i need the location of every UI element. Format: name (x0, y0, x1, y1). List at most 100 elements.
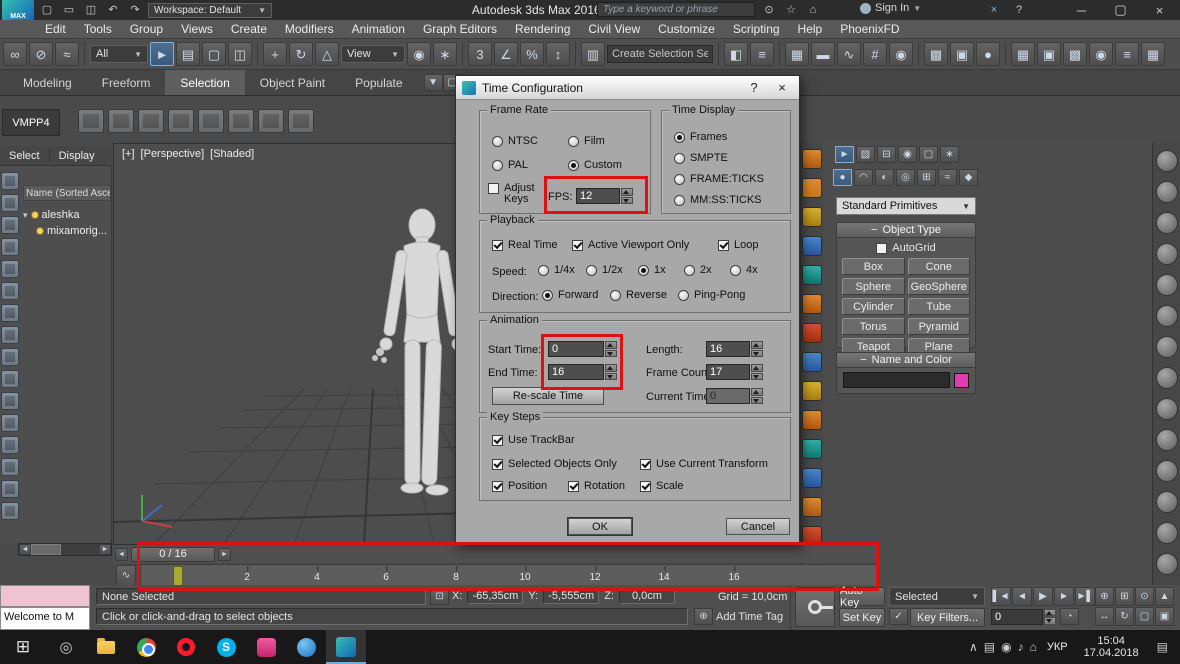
rollout-header-object-type[interactable]: − Object Type (837, 223, 975, 238)
scroll-right-icon[interactable]: ► (99, 544, 111, 555)
menu-customize[interactable]: Customize (649, 20, 724, 39)
left-toolbar-icon[interactable] (1, 326, 19, 344)
zoom-all-icon[interactable]: ⊞ (1115, 587, 1134, 606)
radio-ping-pong[interactable]: Ping-Pong (678, 289, 745, 301)
angle-snap-icon[interactable]: ∠ (494, 42, 518, 66)
left-toolbar-icon[interactable] (1, 502, 19, 520)
search-input[interactable] (597, 2, 755, 17)
new-file-icon[interactable]: ▢ (38, 2, 56, 18)
previous-frame-icon[interactable]: ◄ (1012, 587, 1032, 606)
time-slider-handle[interactable]: 0 / 16 (131, 547, 215, 562)
skype-button[interactable]: S (206, 630, 246, 664)
menu-edit[interactable]: Edit (36, 20, 75, 39)
set-keys-button[interactable] (795, 587, 835, 627)
phoenixfd-toolbar-icon[interactable] (802, 439, 822, 459)
home-icon[interactable]: ⌂ (804, 2, 822, 18)
radio-forward[interactable]: Forward (542, 289, 598, 301)
left-toolbar-icon[interactable] (1, 304, 19, 322)
field-of-view-icon[interactable]: ▲ (1155, 587, 1174, 606)
y-coordinate-field[interactable]: -5,555cm (543, 588, 599, 604)
phoenixfd-toolbar-icon[interactable] (802, 410, 822, 430)
end-time-field[interactable]: 16 (548, 364, 617, 380)
radio-pal[interactable]: PAL (492, 159, 528, 171)
tab-display-icon[interactable]: ▢ (919, 146, 938, 163)
3dsmax-taskbar-button[interactable] (326, 630, 366, 664)
use-trackbar-checkbox[interactable]: Use TrackBar (492, 434, 575, 446)
go-to-end-icon[interactable]: ►▌ (1075, 587, 1095, 606)
viewport-shading-menu[interactable]: [Shaded] (210, 148, 254, 160)
viewport-general-menu[interactable]: [+] (122, 148, 135, 160)
add-time-tag-label[interactable]: Add Time Tag (716, 611, 783, 623)
right-toolbar-icon[interactable] (1156, 181, 1178, 203)
radio-speed-2x[interactable]: 2x (684, 264, 712, 276)
spinner[interactable] (1044, 609, 1056, 625)
maxscript-macro-recorder[interactable] (0, 585, 90, 607)
z-coordinate-field[interactable]: 0,0cm (619, 588, 675, 604)
dialog-titlebar[interactable]: Time Configuration ? × (456, 76, 799, 100)
phoenixfd-toolbar-icon[interactable] (802, 468, 822, 488)
ribbon-toggle-icon[interactable]: ▬ (811, 42, 835, 66)
primitive-tube-button[interactable]: Tube (908, 298, 971, 315)
zoom-icon[interactable]: ⊕ (1095, 587, 1114, 606)
autogrid-checkbox[interactable]: AutoGrid (837, 239, 975, 257)
phoenixfd-toolbar-icon[interactable] (802, 207, 822, 227)
geometry-category-icon[interactable]: ● (833, 169, 852, 186)
spinner-snap-icon[interactable]: ↕ (546, 42, 570, 66)
tree-item-aleshka[interactable]: ▾ aleshka (23, 207, 111, 223)
align-icon[interactable]: ≡ (750, 42, 774, 66)
right-toolbar-icon[interactable] (1156, 398, 1178, 420)
tab-utilities-icon[interactable]: ∗ (940, 146, 959, 163)
spinner[interactable] (605, 341, 617, 357)
select-and-scale-icon[interactable]: △ (315, 42, 339, 66)
curve-editor-icon[interactable]: ∿ (837, 42, 861, 66)
right-toolbar-icon[interactable] (1156, 367, 1178, 389)
toolbar-icon[interactable] (108, 109, 134, 133)
pan-icon[interactable]: ↔ (1095, 607, 1114, 626)
phoenixfd-toolbar-icon[interactable] (802, 352, 822, 372)
select-and-move-icon[interactable]: + (263, 42, 287, 66)
phoenixfd-toolbar-icon[interactable] (802, 323, 822, 343)
app-button-blue[interactable] (286, 630, 326, 664)
radio-smpte[interactable]: SMPTE (674, 152, 728, 164)
right-toolbar-icon[interactable] (1156, 274, 1178, 296)
rectangular-selection-region-icon[interactable]: ▢ (202, 42, 226, 66)
right-toolbar-icon[interactable] (1156, 491, 1178, 513)
right-toolbar-icon[interactable] (1156, 305, 1178, 327)
selection-lock-icon[interactable]: ⊡ (430, 588, 449, 605)
toolbar-icon[interactable] (78, 109, 104, 133)
spinner[interactable] (605, 364, 617, 380)
open-file-icon[interactable]: ▭ (60, 2, 78, 18)
menu-create[interactable]: Create (222, 20, 276, 39)
primitive-geosphere-button[interactable]: GeoSphere (908, 278, 971, 295)
tray-icon[interactable]: ⌂ (1030, 640, 1037, 654)
key-filter-check-icon[interactable]: ✓ (889, 608, 908, 625)
menu-scripting[interactable]: Scripting (724, 20, 789, 39)
tab-display[interactable]: Display (50, 146, 104, 165)
add-time-tag-icon[interactable]: ⊕ (694, 608, 713, 625)
left-toolbar-icon[interactable] (1, 172, 19, 190)
radio-speed-4x[interactable]: 4x (730, 264, 758, 276)
left-toolbar-icon[interactable] (1, 436, 19, 454)
radio-ntsc[interactable]: NTSC (492, 135, 538, 147)
maxscript-listener[interactable]: Welcome to M (0, 607, 90, 630)
menu-views[interactable]: Views (172, 20, 222, 39)
menu-rendering[interactable]: Rendering (506, 20, 579, 39)
primitive-cone-button[interactable]: Cone (908, 258, 971, 275)
phoenixfd-toolbar-icon[interactable] (802, 236, 822, 256)
radio-film[interactable]: Film (568, 135, 605, 147)
time-forward-icon[interactable]: ► (218, 548, 231, 561)
named-selection-sets-icon[interactable]: ▥ (581, 42, 605, 66)
toolbar-icon[interactable]: ▦ (1141, 42, 1165, 66)
position-checkbox[interactable]: Position (492, 480, 547, 492)
auto-key-button[interactable]: Auto Key (839, 587, 885, 606)
time-configuration-button[interactable]: ◔ (1060, 608, 1079, 625)
tab-modify-icon[interactable]: ▧ (856, 146, 875, 163)
rollout-header-name-color[interactable]: − Name and Color (837, 353, 975, 368)
chrome-button[interactable] (126, 630, 166, 664)
tab-freeform[interactable]: Freeform (87, 70, 166, 95)
undo-icon[interactable]: ↶ (104, 2, 122, 18)
tab-selection[interactable]: Selection (165, 70, 244, 95)
shapes-category-icon[interactable]: ◠ (854, 169, 873, 186)
time-back-icon[interactable]: ◄ (115, 548, 128, 561)
viewport-pov-menu[interactable]: [Perspective] (141, 148, 205, 160)
